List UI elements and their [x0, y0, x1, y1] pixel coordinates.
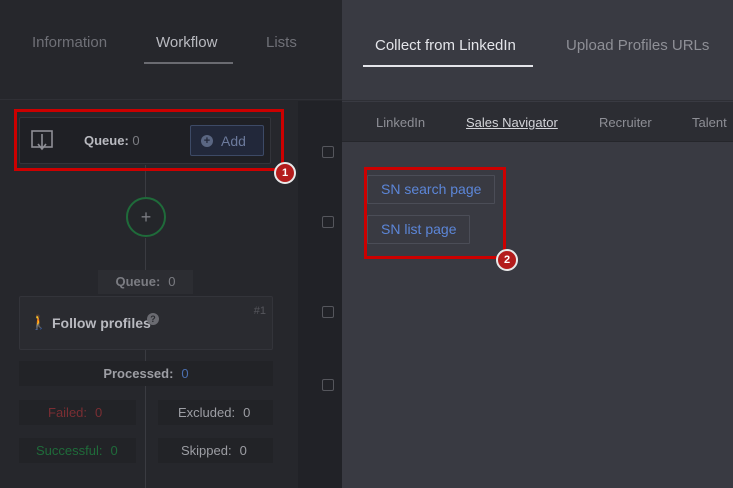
plus-icon: +	[140, 207, 152, 227]
connector-line	[145, 238, 146, 270]
processed-stat: Processed: 0	[19, 361, 273, 386]
workflow-tabs: Information Workflow Lists	[0, 0, 342, 100]
strip-action-icon	[322, 306, 334, 318]
tab-workflow[interactable]: Workflow	[156, 34, 217, 51]
workflow-area: Information Workflow Lists Queue: 0 + Ad…	[0, 0, 342, 488]
tab-lists[interactable]: Lists	[266, 34, 297, 51]
tab-upload-profiles-urls[interactable]: Upload Profiles URLs	[566, 37, 709, 54]
source-subnav: LinkedIn Sales Navigator Recruiter Talen…	[342, 102, 733, 142]
subtab-recruiter[interactable]: Recruiter	[599, 115, 652, 130]
subtab-linkedin[interactable]: LinkedIn	[376, 115, 425, 130]
excluded-stat: Excluded: 0	[158, 400, 273, 425]
panel-tabs: Collect from LinkedIn Upload Profiles UR…	[342, 0, 733, 101]
active-tab-indicator	[144, 62, 233, 64]
successful-stat: Successful: 0	[19, 438, 136, 463]
annotation-badge-2: 2	[496, 249, 518, 271]
add-step-button[interactable]: +	[126, 197, 166, 237]
subtab-sales-navigator[interactable]: Sales Navigator	[466, 115, 558, 130]
annotation-box-2	[364, 167, 506, 259]
active-tab-indicator	[363, 65, 533, 67]
follow-profiles-step[interactable]: 🚶 Follow profiles ? #1	[19, 296, 273, 350]
step-queue: Queue: 0	[98, 270, 193, 294]
strip-action-icon	[322, 379, 334, 391]
tab-information[interactable]: Information	[32, 34, 107, 51]
connector-line	[145, 386, 146, 488]
strip-action-icon	[322, 146, 334, 158]
side-action-strip	[298, 101, 342, 488]
skipped-stat: Skipped: 0	[158, 438, 273, 463]
strip-action-icon	[322, 216, 334, 228]
step-number: #1	[253, 305, 266, 317]
question-icon[interactable]: ?	[147, 313, 159, 325]
annotation-box-1	[14, 109, 284, 171]
failed-stat: Failed: 0	[19, 400, 136, 425]
walking-person-icon: 🚶	[30, 314, 48, 330]
connector-line	[145, 350, 146, 361]
annotation-badge-1: 1	[274, 162, 296, 184]
tab-collect-from-linkedin[interactable]: Collect from LinkedIn	[375, 37, 516, 54]
subtab-talent[interactable]: Talent	[692, 115, 727, 130]
step-title: Follow profiles	[52, 315, 151, 331]
